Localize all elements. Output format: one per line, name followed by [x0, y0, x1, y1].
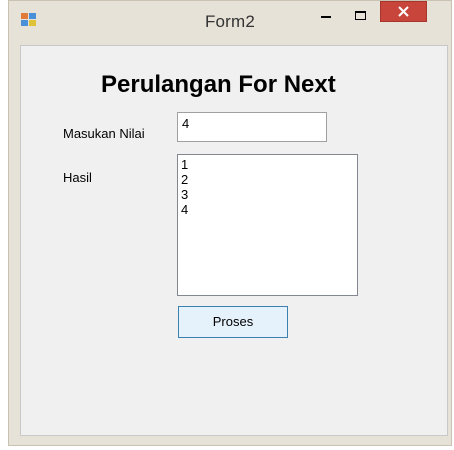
close-icon	[398, 6, 409, 17]
form-client-area: Perulangan For Next Masukan Nilai 4 Hasi…	[20, 45, 448, 436]
list-item[interactable]: 3	[181, 187, 354, 202]
minimize-icon	[321, 16, 331, 18]
minimize-button[interactable]	[312, 4, 340, 30]
form-heading: Perulangan For Next	[101, 71, 336, 98]
form-window: Form2 Perulangan For Next Masukan Nilai …	[8, 0, 452, 446]
result-label: Hasil	[63, 170, 92, 185]
title-bar[interactable]: Form2	[9, 1, 451, 45]
maximize-button[interactable]	[346, 4, 374, 30]
proses-button[interactable]: Proses	[178, 306, 288, 338]
list-item[interactable]: 1	[181, 157, 354, 172]
nilai-input[interactable]: 4	[177, 112, 327, 142]
maximize-icon	[355, 11, 366, 20]
result-listbox[interactable]: 1 2 3 4	[177, 154, 358, 296]
close-button[interactable]	[380, 1, 427, 22]
list-item[interactable]: 2	[181, 172, 354, 187]
input-label: Masukan Nilai	[63, 126, 145, 141]
list-item[interactable]: 4	[181, 202, 354, 217]
